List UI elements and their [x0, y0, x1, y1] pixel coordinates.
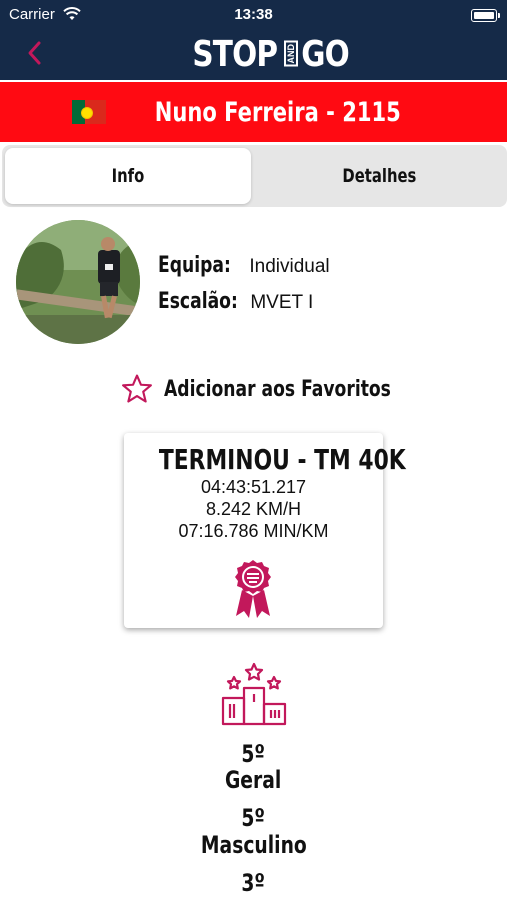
status-bar: Carrier 13:38	[0, 4, 507, 26]
class-label: Escalão:	[158, 289, 238, 314]
star-outline-icon	[122, 374, 152, 403]
result-pace: 07:16.786 MIN/KM	[178, 521, 329, 541]
result-time: 04:43:51.217	[200, 477, 307, 497]
athlete-name-bar: Nuno Ferreira - 2115	[0, 82, 507, 142]
athlete-avatar	[16, 220, 140, 344]
team-row: Equipa: Individual	[158, 253, 330, 278]
team-value: Individual	[249, 256, 330, 277]
athlete-name: Nuno Ferreira - 2115	[154, 96, 401, 128]
back-chevron-icon[interactable]	[24, 38, 46, 68]
add-favorites-label: Adicionar aos Favoritos	[164, 376, 391, 402]
portugal-flag-icon	[71, 100, 106, 124]
tab-detalhes[interactable]: Detalhes	[254, 148, 504, 204]
stop-and-go-logo: STOP AND GO	[192, 33, 350, 75]
tab-info[interactable]: Info	[5, 148, 251, 204]
segmented-tabs: Info Detalhes	[2, 145, 507, 207]
podium-icon	[221, 662, 287, 726]
rank-overall-category: Geral	[225, 766, 282, 794]
rank-male-position: 5º	[241, 804, 266, 832]
status-time: 13:38	[234, 6, 273, 23]
class-row: Escalão: MVET I	[158, 289, 313, 314]
rank-overall-position: 5º	[241, 740, 266, 768]
team-label: Equipa:	[158, 253, 231, 278]
result-title: TERMINOU - TM 40K	[158, 443, 406, 476]
award-ribbon-icon	[235, 560, 271, 618]
result-speed: 8.242 KM/H	[205, 499, 302, 519]
class-value: MVET I	[250, 292, 314, 313]
add-favorites-button[interactable]: Adicionar aos Favoritos	[120, 372, 455, 406]
result-card: TERMINOU - TM 40K 04:43:51.217 8.242 KM/…	[124, 433, 406, 628]
rank-male-category: Masculino	[200, 831, 307, 859]
rank-class-position: 3º	[241, 869, 266, 897]
top-bar: Carrier 13:38 STOP AND GO	[0, 0, 507, 80]
battery-icon	[471, 9, 500, 22]
